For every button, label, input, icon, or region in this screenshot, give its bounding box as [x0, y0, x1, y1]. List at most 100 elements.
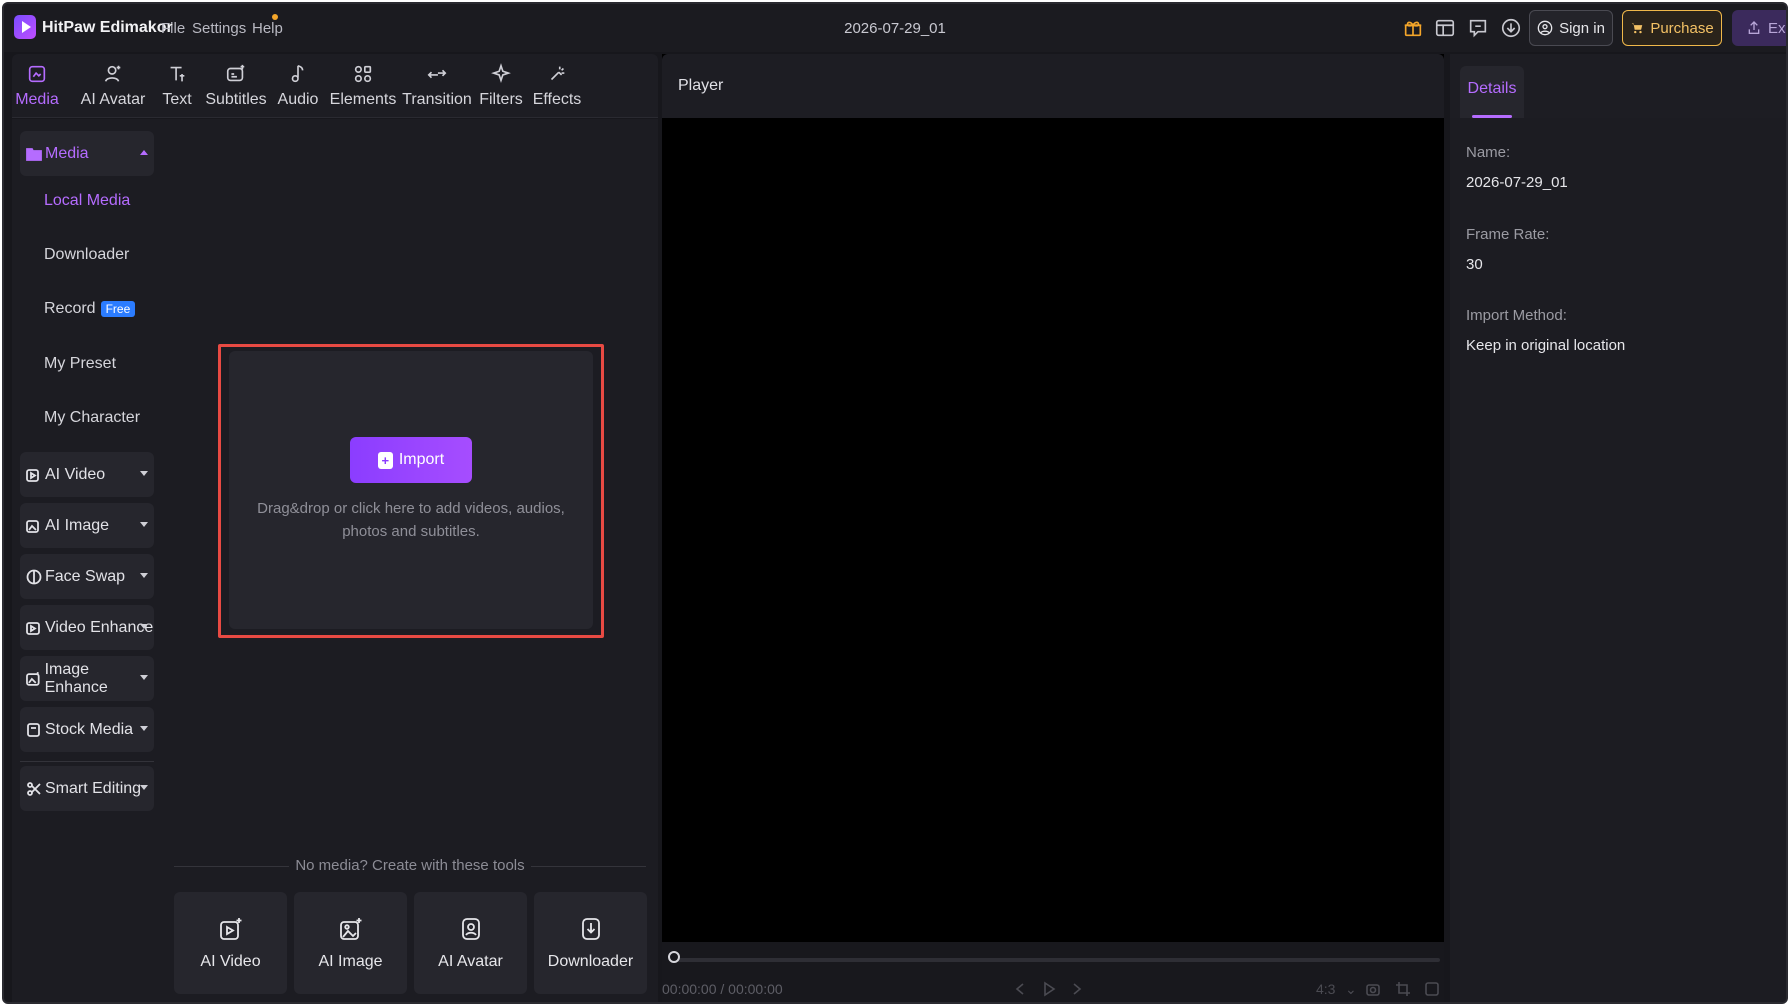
sidebar-group-media[interactable]: Media: [20, 131, 154, 176]
stock-media-icon: [27, 722, 40, 737]
tab-elements[interactable]: Elements: [330, 54, 396, 118]
tab-transition-label: Transition: [402, 91, 472, 108]
sidebar-group-image-enhance[interactable]: Image Enhance: [20, 656, 154, 701]
chevron-down-icon: ⌄: [1345, 981, 1357, 997]
name-value: 2026-07-29_01: [1466, 174, 1568, 191]
tab-transition[interactable]: Transition: [402, 54, 472, 118]
import-drop-zone[interactable]: + Import Drag&drop or click here to add …: [229, 351, 593, 629]
prev-frame-icon[interactable]: [1012, 981, 1028, 1000]
feedback-icon[interactable]: [1466, 16, 1490, 40]
tab-audio[interactable]: Audio: [274, 54, 322, 118]
sidebar-divider: [20, 761, 154, 762]
sidebar-group-video-enhance-label: Video Enhance: [45, 618, 154, 636]
chevron-down-icon: [140, 675, 148, 680]
sidebar-group-stock-media[interactable]: Stock Media: [20, 707, 154, 752]
player-canvas[interactable]: [662, 118, 1444, 942]
play-icon[interactable]: [1041, 981, 1057, 1000]
frame-rate-label: Frame Rate:: [1466, 226, 1550, 243]
tab-filters[interactable]: Filters: [478, 54, 524, 118]
tab-media[interactable]: Media: [12, 54, 62, 118]
scrubber-handle[interactable]: [668, 951, 680, 963]
chevron-down-icon: [140, 522, 148, 527]
tab-details[interactable]: Details: [1460, 66, 1524, 118]
tab-ai-avatar[interactable]: AI Avatar: [72, 54, 154, 118]
create-ai-image-label: AI Image: [318, 953, 383, 970]
export-button[interactable]: Exp: [1732, 10, 1786, 46]
media-icon: [28, 65, 46, 83]
gift-icon[interactable]: [1401, 16, 1425, 40]
player-title: Player: [678, 77, 724, 94]
import-method-label: Import Method:: [1466, 307, 1567, 324]
sidebar-item-record-label: Record: [44, 300, 96, 317]
crop-icon[interactable]: [1395, 981, 1411, 1000]
sidebar-item-my-preset[interactable]: My Preset: [44, 355, 116, 373]
create-ai-video-button[interactable]: AI Video: [174, 892, 287, 994]
sidebar-item-local-media[interactable]: Local Media: [44, 192, 130, 210]
tab-subtitles[interactable]: Subtitles: [202, 54, 270, 118]
import-button[interactable]: + Import: [350, 437, 472, 483]
sidebar-group-smart-editing-label: Smart Editing: [45, 779, 142, 797]
playback-scrubber[interactable]: [676, 958, 1440, 962]
ai-image-icon: [339, 918, 361, 940]
player-panel: Player 00:00:00 / 00:00:00 4:3 ⌄: [662, 54, 1444, 1002]
sidebar-group-image-enhance-label: Image Enhance: [44, 660, 108, 696]
fullscreen-icon[interactable]: [1424, 981, 1440, 1000]
layout-icon[interactable]: [1433, 16, 1457, 40]
next-frame-icon[interactable]: [1069, 981, 1085, 1000]
name-label: Name:: [1466, 144, 1511, 161]
tab-text[interactable]: Text: [157, 54, 197, 118]
sidebar-group-ai-video[interactable]: AI Video: [20, 452, 154, 497]
sign-in-button[interactable]: Sign in: [1529, 10, 1613, 46]
tab-subtitles-label: Subtitles: [205, 91, 267, 108]
create-downloader-label: Downloader: [547, 953, 634, 970]
create-ai-avatar-label: AI Avatar: [438, 953, 503, 970]
tab-effects-label: Effects: [532, 91, 582, 108]
downloader-icon: [581, 918, 600, 940]
ai-image-icon: [26, 519, 39, 533]
create-ai-video-label: AI Video: [200, 953, 261, 970]
sidebar-item-record[interactable]: Record Free: [44, 300, 136, 318]
create-ai-image-button[interactable]: AI Image: [294, 892, 407, 994]
import-hint: Drag&drop or click here to add videos, a…: [257, 500, 565, 540]
export-label: Exp: [1768, 19, 1786, 37]
audio-icon: [291, 64, 304, 83]
sidebar-group-face-swap[interactable]: Face Swap: [20, 554, 154, 599]
sidebar-group-video-enhance[interactable]: Video Enhance: [20, 605, 154, 650]
tab-details-label: Details: [1467, 80, 1517, 97]
sidebar-group-face-swap-label: Face Swap: [45, 567, 126, 585]
purchase-label: Purchase: [1650, 19, 1714, 37]
no-media-caption: No media? Create with these tools: [162, 857, 658, 875]
sidebar-group-ai-image[interactable]: AI Image: [20, 503, 154, 548]
sidebar-item-my-character[interactable]: My Character: [44, 409, 140, 427]
player-header: Player: [662, 54, 1444, 118]
aspect-ratio-select[interactable]: 4:3: [1316, 981, 1335, 997]
download-icon[interactable]: [1499, 16, 1523, 40]
effects-icon: [550, 66, 565, 81]
ai-video-icon: [26, 468, 39, 482]
add-file-icon: +: [377, 451, 393, 469]
tool-tabs: Media AI Avatar Text Subtitles Audio Ele…: [12, 54, 658, 118]
sidebar-item-downloader[interactable]: Downloader: [44, 246, 129, 264]
sign-in-label: Sign in: [1559, 19, 1605, 37]
snapshot-icon[interactable]: [1365, 981, 1381, 1000]
export-icon: [1748, 21, 1760, 34]
tab-elements-label: Elements: [329, 91, 397, 108]
tab-effects[interactable]: Effects: [532, 54, 582, 118]
video-enhance-icon: [26, 621, 40, 635]
tab-audio-label: Audio: [277, 91, 319, 108]
chevron-down-icon: [140, 785, 148, 790]
free-badge: Free: [100, 300, 136, 317]
tab-text-label: Text: [162, 91, 192, 108]
purchase-button[interactable]: Purchase: [1622, 10, 1722, 46]
media-sidebar: Media Local Media Downloader Record Free …: [12, 119, 162, 1002]
sidebar-group-smart-editing[interactable]: Smart Editing: [20, 766, 154, 811]
create-downloader-button[interactable]: Downloader: [534, 892, 647, 994]
chevron-down-icon: [140, 471, 148, 476]
create-ai-avatar-button[interactable]: AI Avatar: [414, 892, 527, 994]
filters-icon: [491, 63, 511, 84]
title-bar: HitPaw Edimakor File Settings Help 2026-…: [4, 4, 1786, 52]
chevron-down-icon: [140, 573, 148, 578]
chevron-up-icon: [140, 150, 148, 155]
import-highlight-box: + Import Drag&drop or click here to add …: [218, 344, 604, 638]
image-enhance-icon: [26, 671, 40, 686]
